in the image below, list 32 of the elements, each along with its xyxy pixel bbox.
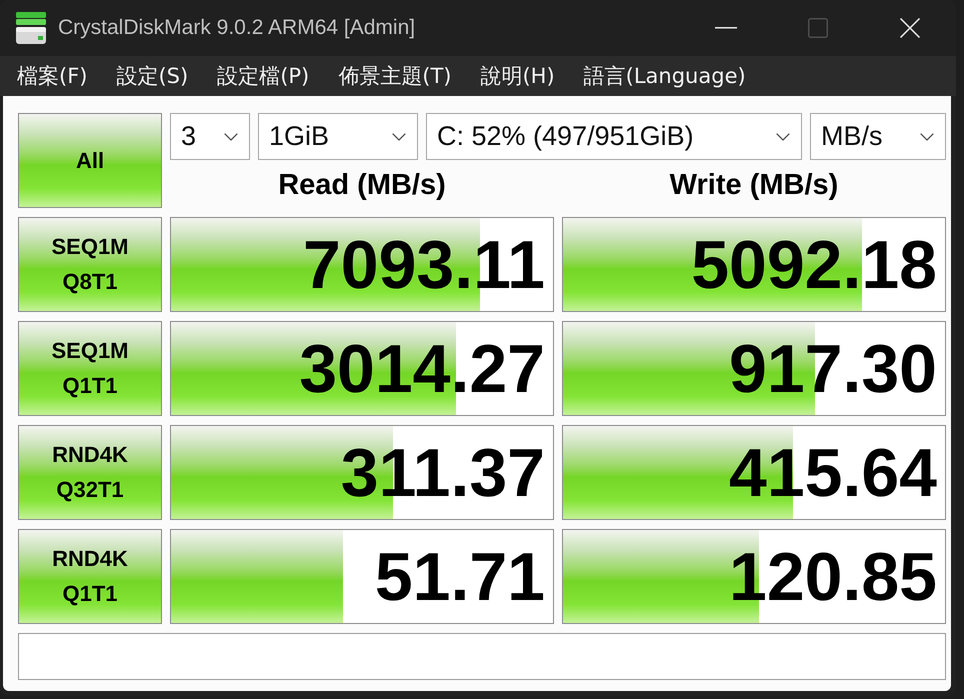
comment-field[interactable] xyxy=(18,633,946,680)
close-icon xyxy=(900,18,920,38)
caret-icon xyxy=(920,132,934,140)
drive-icon xyxy=(15,12,47,44)
column-header: Write (MB/s) xyxy=(670,168,838,202)
test-button[interactable]: SEQ1M Q1T1 xyxy=(18,321,162,416)
result-value: 917.30 xyxy=(729,334,937,402)
dropdown[interactable]: C: 52% (497/951GiB) xyxy=(426,113,802,160)
test-button[interactable]: RND4K Q32T1 xyxy=(18,425,162,520)
result-value: 51.71 xyxy=(374,542,545,610)
menu-item[interactable]: 設定(S) xyxy=(116,62,188,90)
caret-icon xyxy=(776,132,790,140)
column-header: Read (MB/s) xyxy=(278,168,446,202)
menu-item[interactable]: 語言(Language) xyxy=(584,62,746,90)
run-all-button[interactable]: All xyxy=(18,113,162,208)
menu-item[interactable]: 檔案(F) xyxy=(17,62,88,90)
window-title: CrystalDiskMark 9.0.2 ARM64 [Admin] xyxy=(58,16,416,40)
result-value: 415.64 xyxy=(729,438,937,506)
dropdown[interactable]: 3 xyxy=(170,113,250,160)
menu-item[interactable]: 設定檔(P) xyxy=(217,62,310,90)
dropdown[interactable]: 1GiB xyxy=(258,113,418,160)
menu-item[interactable]: 說明(H) xyxy=(480,62,555,90)
result-value: 311.37 xyxy=(340,438,545,506)
caret-icon xyxy=(392,132,406,140)
caret-icon xyxy=(224,132,238,140)
dropdown[interactable]: MB/s xyxy=(810,113,946,160)
maximize-icon xyxy=(808,18,828,38)
menu-item[interactable]: 佈景主題(T) xyxy=(338,62,452,90)
minimize-icon xyxy=(715,27,737,29)
result-value: 120.85 xyxy=(729,542,937,610)
test-button[interactable]: SEQ1M Q8T1 xyxy=(18,217,162,312)
test-button[interactable]: RND4K Q1T1 xyxy=(18,529,162,624)
